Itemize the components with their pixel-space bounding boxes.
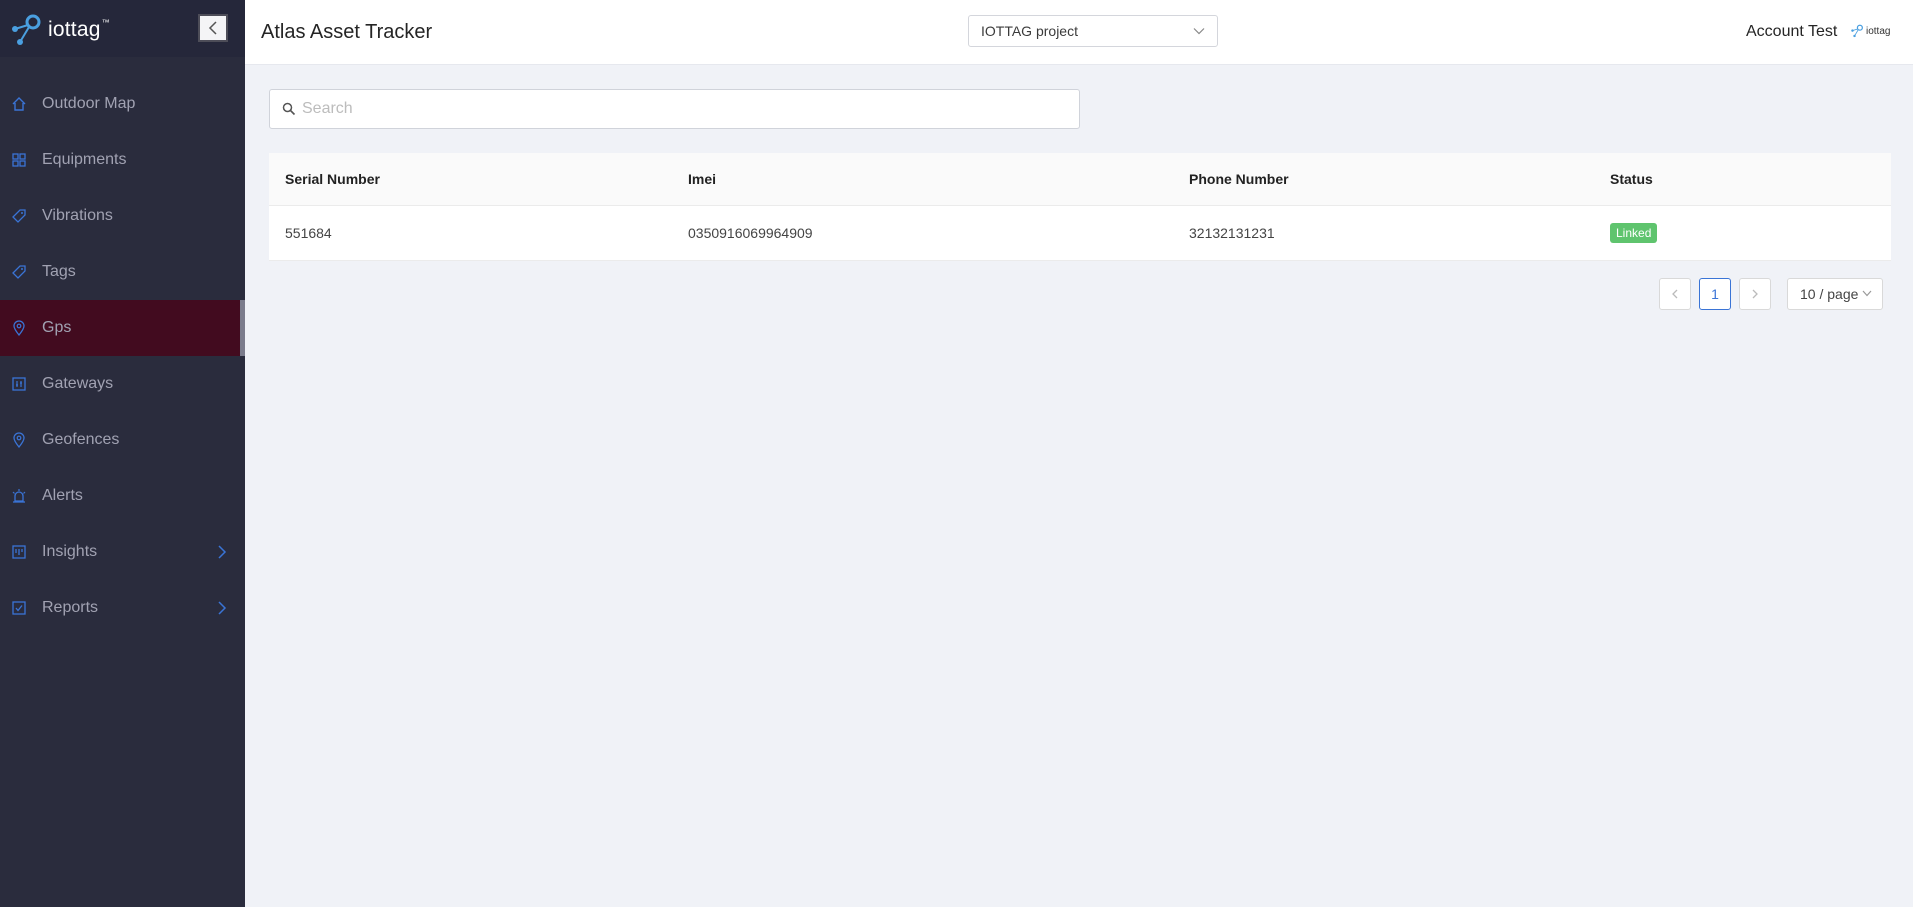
page-size-value: 10 / page — [1800, 286, 1859, 302]
home-icon — [11, 96, 27, 112]
sidebar-item-label: Equipments — [42, 151, 127, 168]
chevron-left-icon — [208, 21, 217, 35]
search-icon — [282, 102, 296, 116]
cell-serial-number: 551684 — [285, 225, 332, 241]
location-pin-icon — [11, 320, 27, 336]
next-page-button[interactable] — [1739, 278, 1771, 310]
gps-table: Serial Number Imei Phone Number Status 5… — [269, 153, 1891, 261]
chevron-right-icon — [218, 601, 227, 615]
sidebar-item-label: Reports — [42, 599, 99, 616]
brand-trademark: ™ — [101, 17, 110, 27]
sidebar-item-insights[interactable]: Insights — [0, 524, 245, 580]
brand-logo[interactable]: iottag ™ — [9, 13, 110, 47]
prev-page-button[interactable] — [1659, 278, 1691, 310]
table-header-row: Serial Number Imei Phone Number Status — [269, 153, 1891, 206]
sidebar-item-label: Insights — [42, 543, 98, 560]
sidebar-item-gps[interactable]: Gps — [0, 300, 245, 356]
sidebar-item-label: Outdoor Map — [42, 95, 136, 112]
insights-icon — [11, 544, 27, 560]
chevron-right-icon — [218, 545, 227, 559]
small-brand-name: iottag — [1866, 25, 1891, 37]
chevron-down-icon — [1862, 290, 1872, 297]
brand-name: iottag — [48, 18, 101, 41]
search-input[interactable] — [302, 100, 1062, 118]
page-size-select[interactable]: 10 / page — [1787, 278, 1883, 310]
sidebar-item-geofences[interactable]: Geofences — [0, 412, 245, 468]
sidebar: iottag ™ Outdoor Map Equipments Vibratio… — [0, 0, 245, 907]
page-1-button[interactable]: 1 — [1699, 278, 1731, 310]
cell-imei: 0350916069964909 — [688, 225, 813, 241]
grid-icon — [11, 152, 27, 168]
status-badge: Linked — [1610, 223, 1658, 243]
table-row[interactable]: 551684 0350916069964909 32132131231 Link… — [269, 206, 1891, 261]
chevron-left-icon — [1672, 289, 1678, 299]
project-select-value: IOTTAG project — [981, 23, 1078, 39]
collapse-sidebar-button[interactable] — [198, 14, 228, 42]
search-box — [269, 89, 1080, 129]
column-header-imei[interactable]: Imei — [688, 153, 716, 205]
sidebar-item-label: Gps — [42, 319, 72, 336]
column-header-serial-number[interactable]: Serial Number — [285, 153, 380, 205]
iottag-logo-icon — [1851, 24, 1863, 38]
sidebar-item-outdoor-map[interactable]: Outdoor Map — [0, 76, 245, 132]
sidebar-item-label: Gateways — [42, 375, 114, 392]
project-select[interactable]: IOTTAG project — [968, 15, 1218, 47]
page-title: Atlas Asset Tracker — [261, 21, 433, 43]
chevron-right-icon — [1752, 289, 1758, 299]
cell-status: Linked — [1610, 206, 1658, 260]
column-header-phone-number[interactable]: Phone Number — [1189, 153, 1289, 205]
sidebar-item-label: Tags — [42, 263, 76, 280]
report-check-icon — [11, 600, 27, 616]
column-header-status[interactable]: Status — [1610, 153, 1653, 205]
sidebar-item-alerts[interactable]: Alerts — [0, 468, 245, 524]
cell-phone-number: 32132131231 — [1189, 225, 1275, 241]
top-header: Atlas Asset Tracker IOTTAG project Accou… — [245, 0, 1913, 65]
iottag-logo-icon — [12, 14, 41, 45]
alarm-icon — [11, 488, 27, 504]
sidebar-item-label: Geofences — [42, 431, 120, 448]
tag-icon — [11, 208, 27, 224]
sidebar-item-label: Alerts — [42, 487, 83, 504]
sidebar-header: iottag ™ — [0, 0, 245, 57]
gateway-icon — [11, 376, 27, 392]
small-brand-logo: iottag — [1850, 24, 1890, 38]
sidebar-item-label: Vibrations — [42, 207, 113, 224]
account-menu[interactable]: Account Test — [1746, 23, 1837, 41]
sidebar-item-gateways[interactable]: Gateways — [0, 356, 245, 412]
sidebar-item-tags[interactable]: Tags — [0, 244, 245, 300]
geofence-pin-icon — [11, 432, 27, 448]
chevron-down-icon — [1193, 28, 1205, 35]
sidebar-item-vibrations[interactable]: Vibrations — [0, 188, 245, 244]
sidebar-item-reports[interactable]: Reports — [0, 580, 245, 636]
sidebar-nav: Outdoor Map Equipments Vibrations Tags G… — [0, 76, 245, 636]
sidebar-item-equipments[interactable]: Equipments — [0, 132, 245, 188]
tags-icon — [11, 264, 27, 280]
